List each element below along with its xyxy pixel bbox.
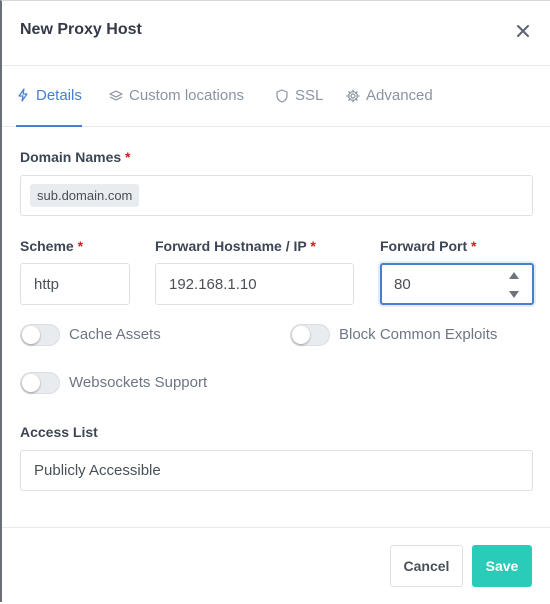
- modal-footer: Cancel Save: [2, 527, 550, 604]
- gear-icon: [346, 88, 360, 103]
- stepper-up-icon[interactable]: [509, 272, 519, 279]
- required-marker: *: [471, 238, 477, 254]
- toggle-knob: [292, 326, 310, 344]
- tab-custom-locations[interactable]: Custom locations: [109, 65, 244, 126]
- tab-custom-locations-label: Custom locations: [129, 87, 245, 104]
- domain-names-input[interactable]: sub.domain.com: [20, 175, 533, 216]
- cache-assets-toggle[interactable]: [20, 324, 60, 346]
- required-marker: *: [125, 149, 131, 165]
- forward-port-label: Forward Port *: [380, 238, 476, 254]
- save-button[interactable]: Save: [472, 545, 532, 587]
- scheme-select[interactable]: http: [20, 263, 130, 305]
- toggle-knob: [22, 374, 40, 392]
- port-stepper[interactable]: [508, 272, 520, 298]
- tab-bar: Details Custom locations SSL Advanced: [2, 65, 550, 127]
- domain-names-label: Domain Names *: [20, 149, 131, 165]
- forward-port-input[interactable]: 80: [380, 263, 534, 305]
- forward-hostname-label-text: Forward Hostname / IP: [155, 238, 307, 254]
- modal-title: New Proxy Host: [20, 21, 142, 38]
- new-proxy-host-modal: New Proxy Host Details Custom locations …: [0, 0, 550, 602]
- forward-hostname-label: Forward Hostname / IP *: [155, 238, 316, 254]
- cache-assets-label: Cache Assets: [69, 326, 161, 343]
- toggle-knob: [22, 326, 40, 344]
- block-exploits-toggle[interactable]: [290, 324, 330, 346]
- websockets-label: Websockets Support: [69, 374, 208, 391]
- forward-port-label-text: Forward Port: [380, 238, 468, 254]
- stepper-down-icon[interactable]: [509, 291, 519, 298]
- block-exploits-label: Block Common Exploits: [339, 326, 498, 343]
- domain-names-label-text: Domain Names: [20, 149, 122, 165]
- scheme-value: http: [34, 275, 60, 293]
- tab-ssl[interactable]: SSL: [275, 65, 323, 126]
- forward-hostname-input[interactable]: 192.168.1.10: [155, 263, 354, 305]
- tab-details-label: Details: [36, 86, 82, 104]
- tab-details[interactable]: Details: [16, 65, 82, 127]
- close-icon: [517, 25, 529, 37]
- access-list-value: Publicly Accessible: [34, 462, 161, 479]
- scheme-label: Scheme *: [20, 238, 83, 254]
- modal-header: New Proxy Host: [2, 1, 550, 66]
- scheme-label-text: Scheme: [20, 238, 74, 254]
- websockets-toggle[interactable]: [20, 372, 60, 394]
- tab-ssl-label: SSL: [295, 87, 324, 104]
- bolt-icon: [18, 88, 28, 102]
- access-list-select[interactable]: Publicly Accessible: [20, 450, 533, 491]
- forward-port-value: 80: [394, 275, 411, 293]
- layers-icon: [109, 89, 123, 101]
- close-button[interactable]: [512, 20, 534, 42]
- access-list-label: Access List: [20, 424, 98, 440]
- tab-advanced-label: Advanced: [366, 87, 433, 104]
- shield-icon: [276, 88, 288, 103]
- forward-hostname-value: 192.168.1.10: [169, 275, 257, 293]
- required-marker: *: [77, 238, 84, 254]
- cancel-button[interactable]: Cancel: [390, 545, 463, 587]
- tab-advanced[interactable]: Advanced: [346, 65, 433, 126]
- required-marker: *: [310, 238, 316, 254]
- domain-chip[interactable]: sub.domain.com: [30, 184, 140, 207]
